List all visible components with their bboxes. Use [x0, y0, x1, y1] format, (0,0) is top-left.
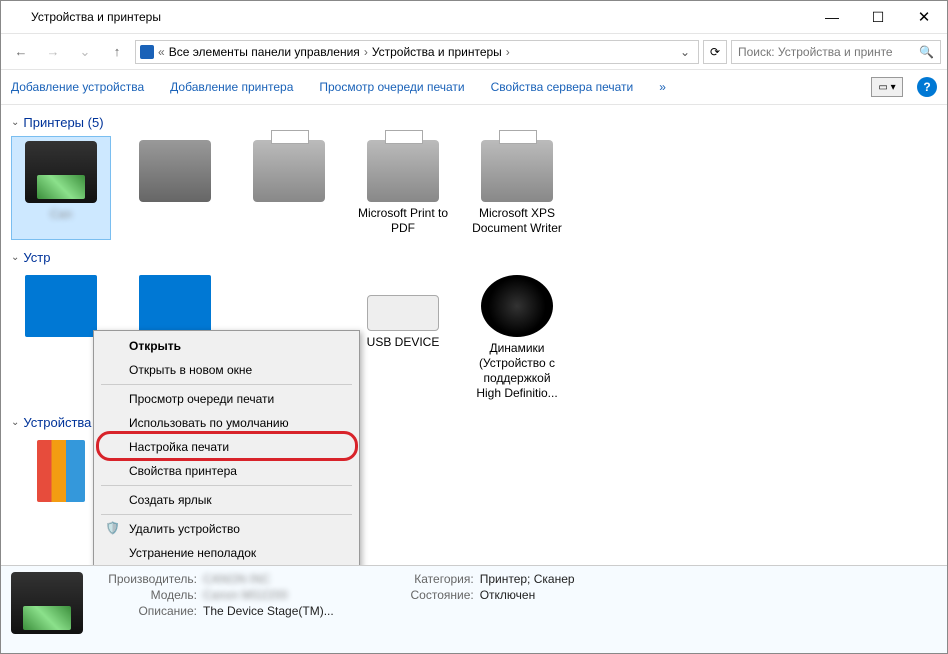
item-label: Microsoft XPS Document Writer: [471, 206, 563, 236]
add-printer-button[interactable]: Добавление принтера: [170, 80, 293, 94]
status-label: Состояние:: [374, 588, 474, 602]
ctx-separator: [101, 514, 352, 515]
printer-icon: [253, 140, 325, 202]
monitor-icon: [139, 275, 211, 337]
ctx-remove-device[interactable]: 🛡️ Удалить устройство: [97, 517, 356, 541]
ctx-troubleshoot[interactable]: Устранение неполадок: [97, 541, 356, 565]
chevron-down-icon: ⌄: [11, 417, 19, 428]
printer-item[interactable]: [125, 136, 225, 240]
ctx-create-shortcut[interactable]: Создать ярлык: [97, 488, 356, 512]
history-dropdown[interactable]: ⌄: [71, 38, 99, 66]
keyboard-icon: [367, 295, 439, 331]
search-input[interactable]: Поиск: Устройства и принте 🔍: [731, 40, 941, 64]
category-label: Категория:: [374, 572, 474, 586]
maximize-button[interactable]: ☐: [855, 1, 901, 33]
view-options-button[interactable]: ▭ ▾: [871, 77, 903, 97]
model-value: Canon MG2200: [203, 588, 288, 602]
up-button[interactable]: ↑: [103, 38, 131, 66]
ctrl-panel-icon: [140, 45, 154, 59]
app-icon: [9, 9, 25, 25]
status-value: Отключен: [480, 588, 536, 602]
manufacturer-value: CANON INC: [203, 572, 270, 586]
ctx-label: Удалить устройство: [129, 522, 240, 536]
printer-item[interactable]: [239, 136, 339, 240]
view-queue-button[interactable]: Просмотр очереди печати: [319, 80, 464, 94]
chevron-right-icon: ›: [364, 45, 368, 59]
ctx-printer-properties[interactable]: Свойства принтера: [97, 459, 356, 483]
forward-button[interactable]: →: [39, 38, 67, 66]
refresh-button[interactable]: ⟳: [703, 40, 727, 64]
ctx-separator: [101, 485, 352, 486]
chevron-right-icon: ›: [506, 45, 510, 59]
printer-item[interactable]: Microsoft XPS Document Writer: [467, 136, 567, 240]
model-label: Модель:: [97, 588, 197, 602]
ctx-separator: [101, 384, 352, 385]
address-dropdown[interactable]: ⌄: [676, 45, 694, 59]
search-placeholder: Поиск: Устройства и принте: [738, 45, 919, 59]
section-title: Принтеры (5): [23, 115, 103, 130]
section-title: Устр: [23, 250, 50, 265]
printer-icon: [25, 141, 97, 203]
server-props-button[interactable]: Свойства сервера печати: [491, 80, 634, 94]
address-bar[interactable]: « Все элементы панели управления › Устро…: [135, 40, 699, 64]
close-button[interactable]: ✕: [901, 1, 947, 33]
context-menu: Открыть Открыть в новом окне Просмотр оч…: [93, 330, 360, 565]
shield-icon: 🛡️: [105, 521, 120, 535]
ctx-open[interactable]: Открыть: [97, 334, 356, 358]
window-title: Устройства и принтеры: [31, 10, 809, 24]
item-label: Can: [16, 207, 106, 222]
minimize-button[interactable]: —: [809, 1, 855, 33]
breadcrumb-item[interactable]: Все элементы панели управления: [169, 45, 360, 59]
breadcrumb-sep: «: [158, 45, 165, 59]
search-icon[interactable]: 🔍: [919, 45, 934, 59]
section-printers[interactable]: ⌄ Принтеры (5): [11, 115, 937, 130]
breadcrumb-item[interactable]: Устройства и принтеры: [372, 45, 502, 59]
details-pane: Производитель: CANON INC Модель: Canon MG2…: [1, 565, 947, 653]
description-value: The Device Stage(TM)...: [203, 604, 334, 618]
printer-icon: [481, 140, 553, 202]
media-icon: [37, 440, 85, 502]
device-item[interactable]: USB DEVICE: [353, 271, 453, 405]
manufacturer-label: Производитель:: [97, 572, 197, 586]
printer-item[interactable]: Microsoft Print to PDF: [353, 136, 453, 240]
printer-item[interactable]: Can: [11, 136, 111, 240]
ctx-open-new-window[interactable]: Открыть в новом окне: [97, 358, 356, 382]
description-label: Описание:: [97, 604, 197, 618]
chevron-down-icon: ⌄: [11, 252, 19, 263]
printer-icon: [367, 140, 439, 202]
speaker-icon: [481, 275, 553, 337]
chevron-down-icon: ⌄: [11, 117, 19, 128]
fax-icon: [139, 140, 211, 202]
monitor-icon: [25, 275, 97, 337]
back-button[interactable]: ←: [7, 38, 35, 66]
item-label: Microsoft Print to PDF: [357, 206, 449, 236]
ctx-view-queue[interactable]: Просмотр очереди печати: [97, 387, 356, 411]
device-item[interactable]: Динамики (Устройство с поддержкой High D…: [467, 271, 567, 405]
category-value: Принтер; Сканер: [480, 572, 575, 586]
ctx-print-settings[interactable]: Настройка печати: [97, 435, 356, 459]
add-device-button[interactable]: Добавление устройства: [11, 80, 144, 94]
ctx-use-default[interactable]: Использовать по умолчанию: [97, 411, 356, 435]
section-devices[interactable]: ⌄ Устр: [11, 250, 937, 265]
item-label: Динамики (Устройство с поддержкой High D…: [471, 341, 563, 401]
item-label: USB DEVICE: [357, 335, 449, 350]
printer-icon: [11, 572, 83, 634]
toolbar-overflow[interactable]: »: [659, 80, 666, 94]
help-button[interactable]: ?: [917, 77, 937, 97]
